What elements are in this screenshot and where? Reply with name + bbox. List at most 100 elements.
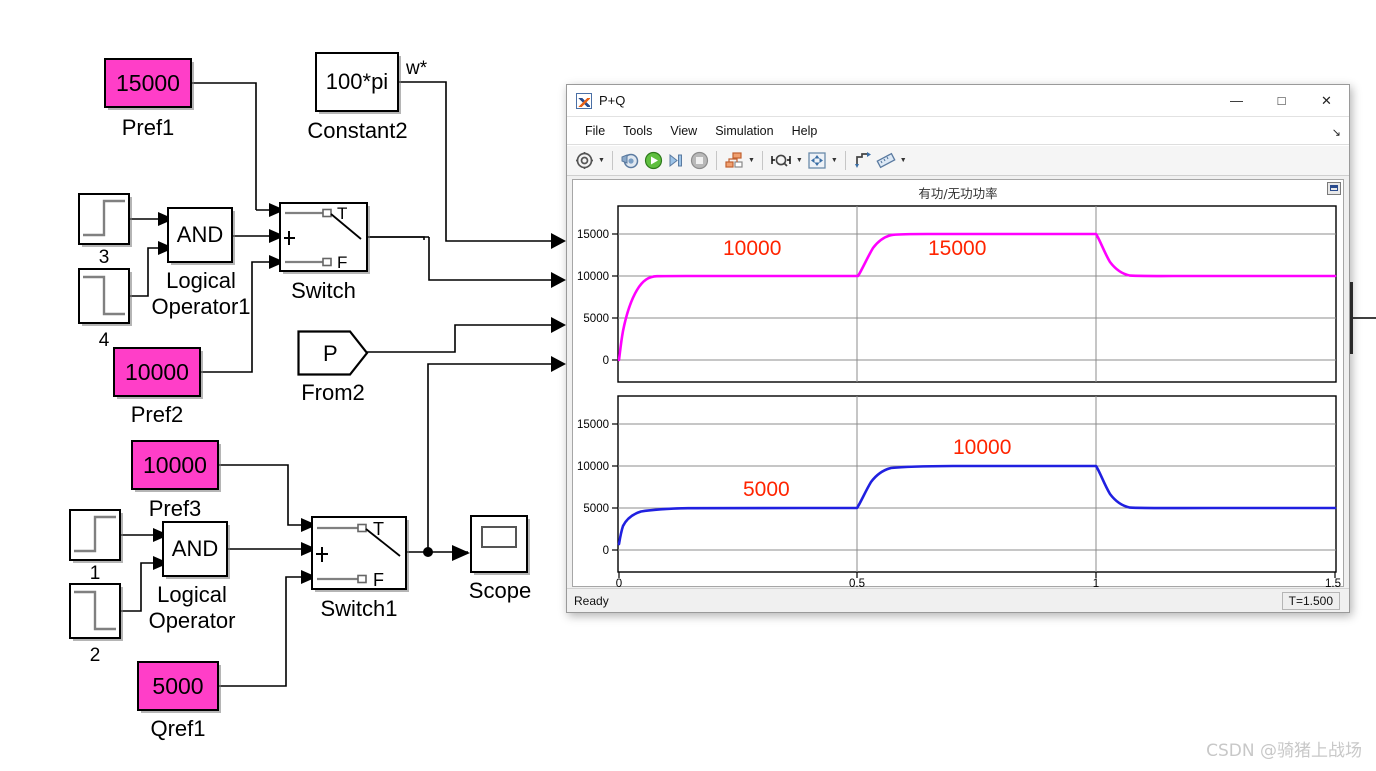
scope-plot-area[interactable]: 有功/无功功率 15000 10000 5000 0 10000 15000 1… — [572, 179, 1344, 588]
block-from2[interactable]: P — [297, 330, 369, 376]
block-logical-operator-label: Logical Operator — [148, 582, 236, 633]
block-constant2[interactable]: 100*pi — [315, 52, 399, 112]
block-constant2-value: 100*pi — [325, 69, 389, 94]
svg-text:F: F — [337, 253, 347, 270]
step-rising-icon — [83, 199, 125, 237]
block-logical-operator-value: AND — [171, 536, 219, 561]
layout-icon[interactable] — [722, 149, 746, 172]
block-pref2-label: Pref2 — [130, 402, 184, 427]
block-qref1-label: Qref1 — [150, 716, 206, 741]
simulation-time: T=1.500 — [1281, 591, 1340, 610]
scope-screen-icon — [481, 526, 517, 548]
svg-text:0: 0 — [603, 355, 609, 367]
annotation-reactive-1: 5000 — [743, 478, 790, 501]
block-pref1-label: Pref1 — [121, 115, 175, 140]
plot-maximize-icon[interactable] — [1327, 182, 1341, 195]
scope-window-title: P+Q — [599, 93, 626, 108]
switch-icon: T F — [316, 519, 401, 588]
svg-text:0: 0 — [603, 545, 609, 557]
run-icon[interactable] — [642, 149, 665, 172]
svg-text:1: 1 — [1093, 578, 1099, 588]
svg-text:P: P — [323, 341, 338, 366]
block-step-3-caption: 3 — [98, 247, 110, 268]
axes-active-power[interactable]: 15000 10000 5000 0 10000 15000 — [573, 200, 1343, 390]
step-forward-icon[interactable] — [665, 149, 688, 172]
block-step-2-caption: 2 — [89, 645, 101, 666]
block-logical-operator1-label: Logical Operator1 — [151, 268, 251, 319]
block-step-3[interactable] — [78, 193, 130, 245]
block-qref1[interactable]: 5000 — [137, 661, 219, 711]
block-qref1-value: 5000 — [152, 672, 204, 699]
signal-label-w-star: w* — [406, 58, 428, 79]
block-step-4-caption: 4 — [98, 330, 110, 351]
block-pref1[interactable]: 15000 — [104, 58, 192, 108]
stop-icon[interactable] — [688, 149, 711, 172]
pan-fit-icon[interactable] — [805, 149, 829, 172]
svg-text:0: 0 — [616, 578, 622, 588]
block-pref2[interactable]: 10000 — [113, 347, 201, 397]
axes-reactive-power[interactable]: 15000 10000 5000 0 0 0.5 1 1.5 5000 1000… — [573, 392, 1343, 588]
block-pref1-value: 15000 — [116, 69, 180, 96]
block-switch[interactable]: T F — [279, 202, 368, 272]
from-tag-icon: P — [297, 330, 369, 376]
toolbar-separator — [715, 151, 717, 170]
annotation-reactive-2: 10000 — [953, 436, 1011, 459]
block-step-2[interactable] — [69, 583, 121, 639]
minimize-button[interactable]: — — [1214, 85, 1259, 116]
block-switch1-label: Switch1 — [320, 596, 398, 621]
scope-window[interactable]: P+Q — □ ✕ File Tools View Simulation Hel… — [566, 84, 1350, 613]
window-buttons: — □ ✕ — [1214, 85, 1349, 116]
block-switch1[interactable]: T F — [311, 516, 407, 590]
menu-simulation[interactable]: Simulation — [706, 121, 782, 141]
layout-dropdown-icon[interactable]: ▼ — [748, 157, 755, 164]
scope-config-dropdown-icon[interactable]: ▼ — [598, 157, 605, 164]
svg-text:5000: 5000 — [583, 313, 609, 325]
pan-fit-dropdown-icon[interactable]: ▼ — [831, 157, 838, 164]
annotation-active-2: 15000 — [928, 237, 986, 260]
block-from2-label: From2 — [301, 380, 365, 405]
signal-junction-dot — [423, 547, 433, 557]
block-pref3-label: Pref3 — [148, 496, 202, 521]
scope-titlebar[interactable]: P+Q — □ ✕ — [567, 85, 1349, 117]
watermark: CSDN @骑猪上战场 — [1206, 741, 1362, 761]
svg-text:10000: 10000 — [577, 461, 609, 473]
block-step-1-caption: 1 — [89, 563, 101, 584]
menu-view[interactable]: View — [661, 121, 706, 141]
cursor-measure-icon[interactable] — [851, 149, 874, 172]
close-button[interactable]: ✕ — [1304, 85, 1349, 116]
menu-tools[interactable]: Tools — [614, 121, 661, 141]
block-switch-label: Switch — [291, 278, 356, 303]
block-logical-operator1[interactable]: AND — [167, 207, 233, 263]
simulate-icon[interactable] — [618, 149, 642, 172]
maximize-button[interactable]: □ — [1259, 85, 1304, 116]
toolbar-separator — [761, 151, 763, 170]
block-step-1[interactable] — [69, 509, 121, 561]
svg-text:5000: 5000 — [583, 503, 609, 515]
scope-statusbar: Ready T=1.500 — [567, 588, 1349, 612]
zoom-in-x-icon[interactable] — [768, 149, 794, 172]
scope-menubar[interactable]: File Tools View Simulation Help ↘ — [567, 117, 1349, 145]
annotation-active-1: 10000 — [723, 237, 781, 260]
toolbar-separator — [611, 151, 613, 170]
zoom-dropdown-icon[interactable]: ▼ — [796, 157, 803, 164]
block-scope-label: Scope — [468, 578, 532, 603]
svg-text:10000: 10000 — [577, 271, 609, 283]
block-scope[interactable] — [470, 515, 528, 573]
scope-toolbar[interactable]: ▼ ▼ ▼ ▼ ▼ — [567, 145, 1349, 176]
block-step-4[interactable] — [78, 268, 130, 324]
switch-icon: T F — [284, 204, 362, 270]
svg-text:F: F — [373, 570, 384, 588]
scope-config-icon[interactable] — [573, 149, 596, 172]
menubar-expander-icon[interactable]: ↘ — [1332, 126, 1341, 139]
svg-text:15000: 15000 — [577, 419, 609, 431]
menu-file[interactable]: File — [576, 121, 614, 141]
svg-text:T: T — [373, 519, 384, 539]
block-logical-operator[interactable]: AND — [162, 521, 228, 577]
block-pref3[interactable]: 10000 — [131, 440, 219, 490]
svg-text:1.5: 1.5 — [1325, 578, 1341, 588]
measurements-dropdown-icon[interactable]: ▼ — [900, 157, 907, 164]
step-falling-icon — [74, 590, 116, 631]
measurements-icon[interactable] — [874, 149, 898, 172]
block-logical-operator1-value: AND — [176, 222, 224, 247]
menu-help[interactable]: Help — [783, 121, 827, 141]
